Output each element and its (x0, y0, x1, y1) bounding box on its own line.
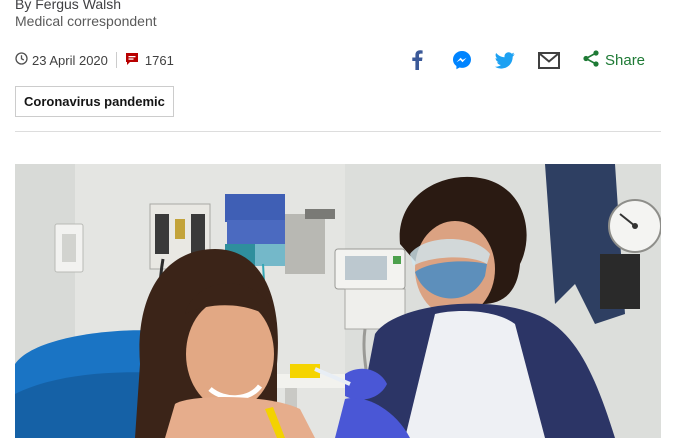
facebook-icon[interactable] (405, 48, 429, 72)
author-role: Medical correspondent (15, 13, 157, 29)
section-divider (15, 131, 661, 132)
article-meta: 23 April 2020 1761 (15, 51, 174, 69)
clock-icon (15, 52, 28, 68)
publish-date: 23 April 2020 (15, 52, 108, 68)
author-name: By Fergus Walsh (15, 0, 122, 12)
email-icon[interactable] (537, 48, 561, 72)
twitter-icon[interactable] (493, 48, 517, 72)
byline: By Fergus Walsh Medical correspondent (15, 0, 157, 30)
messenger-icon[interactable] (450, 48, 474, 72)
comment-count: 1761 (144, 52, 174, 68)
topic-tag-label: Coronavirus pandemic (24, 94, 165, 109)
publish-date-text: 23 April 2020 (32, 52, 108, 68)
comment-icon (125, 52, 139, 69)
hero-image (15, 164, 661, 438)
share-button[interactable]: Share (583, 49, 646, 71)
share-icon (583, 49, 599, 71)
share-label: Share (605, 51, 646, 69)
share-toolbar: Share (405, 48, 645, 72)
comments-link[interactable]: 1761 (125, 52, 174, 69)
topic-tag-link[interactable]: Coronavirus pandemic (15, 86, 174, 117)
meta-divider (115, 52, 117, 68)
